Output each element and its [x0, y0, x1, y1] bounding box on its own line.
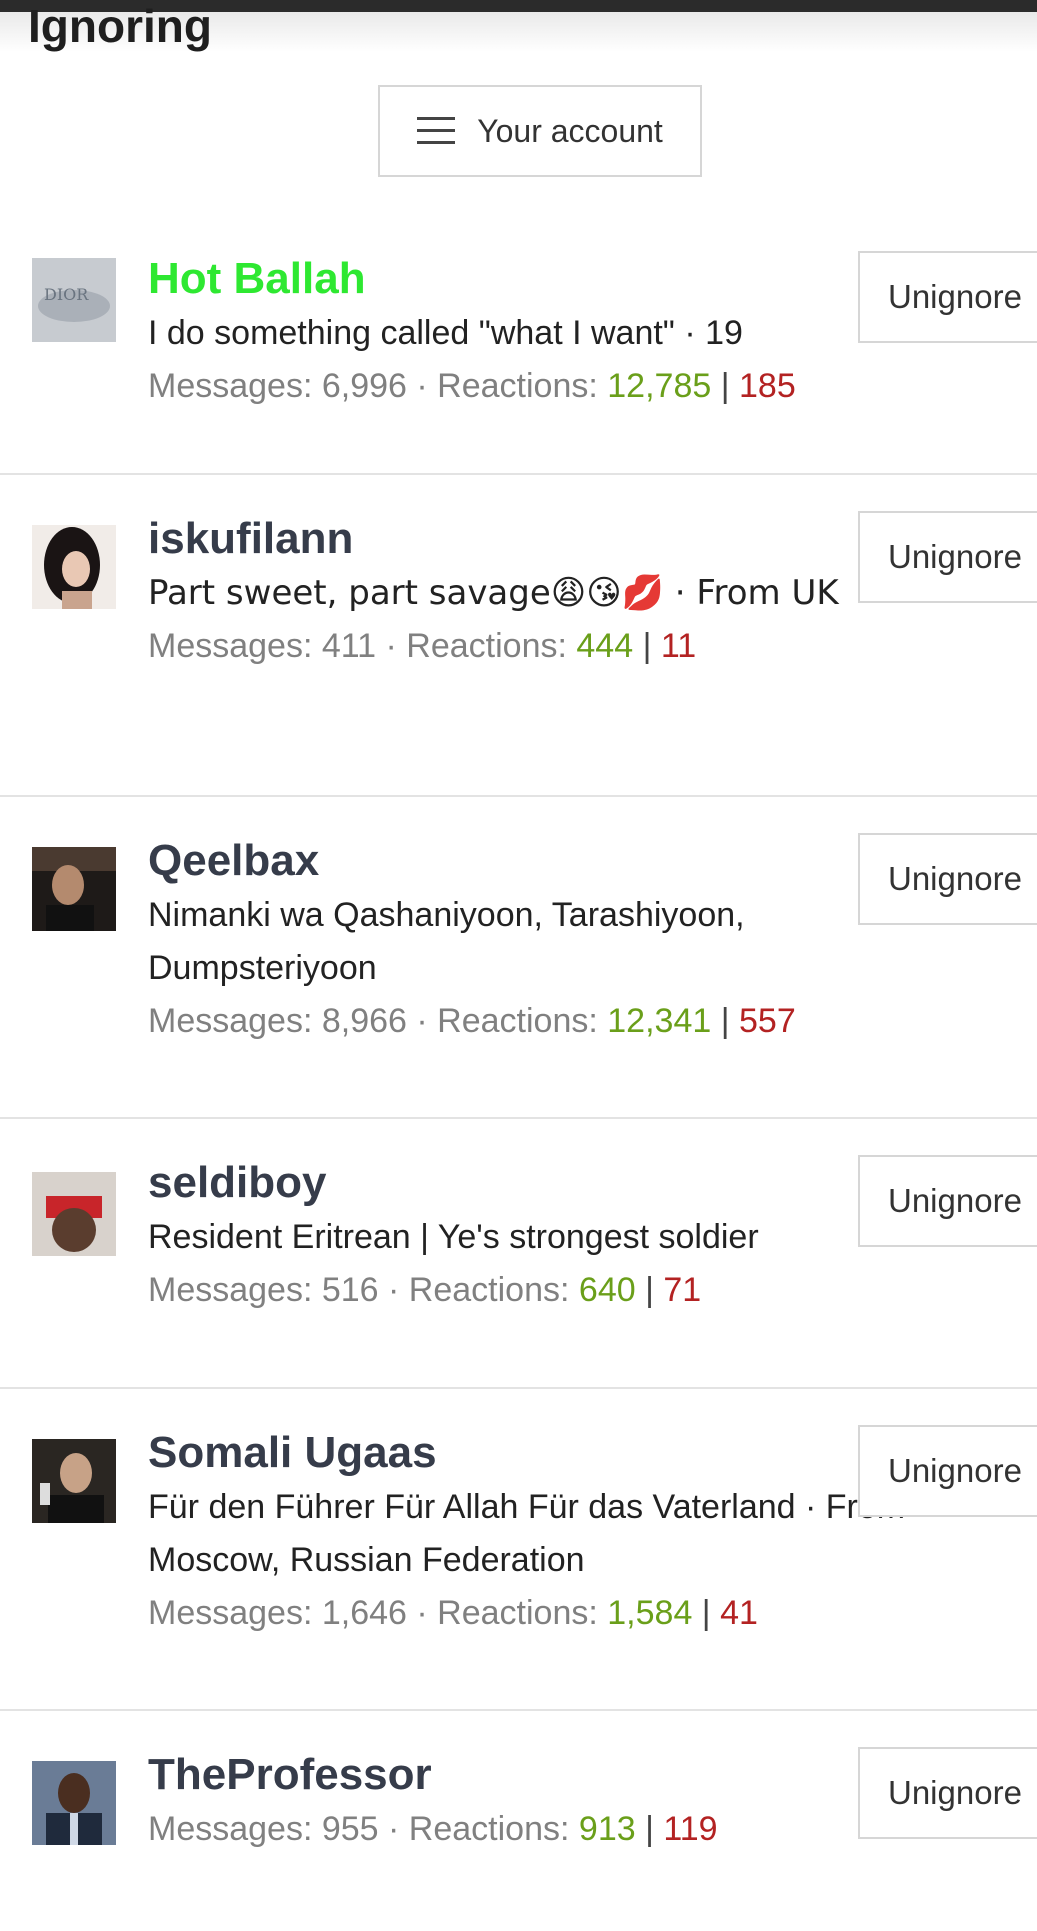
reactions-negative: 11: [660, 627, 697, 665]
user-about: I do something called "what I want" · 19: [148, 314, 743, 352]
messages-label: Messages:: [148, 1810, 322, 1848]
reactions-positive: 1,584: [607, 1594, 693, 1632]
reactions-divider: |: [633, 627, 661, 665]
list-item: TheProfessor Messages: 955 · Reactions: …: [0, 1711, 1037, 1931]
unignore-button[interactable]: Unignore: [858, 511, 1037, 603]
avatar[interactable]: [32, 847, 116, 931]
reactions-label: · Reactions:: [378, 1271, 579, 1309]
user-stats: Messages: 955 · Reactions: 913 | 119: [148, 1803, 908, 1856]
reactions-positive: 913: [578, 1810, 636, 1848]
list-item: seldiboy Resident Eritrean | Ye's strong…: [0, 1119, 1037, 1389]
messages-count: 516: [321, 1271, 379, 1309]
messages-label: Messages:: [148, 1594, 322, 1632]
user-stats: Messages: 516 · Reactions: 640 | 71: [148, 1264, 908, 1317]
messages-count: 955: [321, 1810, 379, 1848]
messages-label: Messages:: [148, 367, 322, 405]
user-stats: Messages: 1,646 · Reactions: 1,584 | 41: [148, 1587, 908, 1640]
avatar[interactable]: DIOR: [32, 258, 116, 342]
user-about: Resident Eritrean | Ye's strongest soldi…: [148, 1218, 759, 1256]
reactions-negative: 119: [663, 1810, 718, 1848]
avatar[interactable]: [32, 1439, 116, 1523]
user-stats: Messages: 411 · Reactions: 444 | 11: [148, 620, 908, 673]
menu-icon: [417, 117, 456, 145]
reactions-positive: 12,785: [607, 367, 712, 405]
username-link[interactable]: iskufilann: [148, 511, 908, 567]
reactions-positive: 444: [576, 627, 634, 665]
svg-text:DIOR: DIOR: [44, 285, 89, 304]
user-about: Nimanki wa Qashaniyoon, Tarashiyoon, Dum…: [148, 896, 745, 987]
your-account-label: Your account: [477, 112, 663, 149]
reactions-label: · Reactions:: [406, 1594, 608, 1632]
list-item: Somali Ugaas Für den Führer Für Allah Fü…: [0, 1389, 1037, 1711]
page-title: Ignoring: [28, 0, 212, 52]
messages-count: 411: [321, 627, 377, 665]
user-stats: Messages: 6,996 · Reactions: 12,785 | 18…: [148, 360, 908, 413]
user-about: Part sweet, part savage😩😘💋 · From UK: [148, 573, 839, 613]
avatar[interactable]: [32, 525, 116, 609]
reactions-negative: 71: [663, 1271, 702, 1309]
messages-count: 1,646: [321, 1594, 407, 1632]
reactions-negative: 41: [720, 1594, 758, 1632]
reactions-label: · Reactions:: [376, 627, 577, 665]
reactions-label: · Reactions:: [406, 367, 608, 405]
messages-count: 6,996: [321, 367, 407, 405]
reactions-positive: 12,341: [607, 1002, 712, 1040]
user-about: Für den Führer Für Allah Für das Vaterla…: [148, 1488, 906, 1579]
reactions-positive: 640: [578, 1271, 636, 1309]
user-stats: Messages: 8,966 · Reactions: 12,341 | 55…: [148, 995, 908, 1048]
your-account-button[interactable]: Your account: [378, 85, 702, 177]
unignore-button[interactable]: Unignore: [858, 1747, 1037, 1839]
reactions-divider: |: [711, 1002, 739, 1040]
username-link[interactable]: seldiboy: [148, 1155, 908, 1211]
messages-label: Messages:: [148, 1002, 322, 1040]
reactions-label: · Reactions:: [406, 1002, 608, 1040]
unignore-button[interactable]: Unignore: [858, 833, 1037, 925]
reactions-label: · Reactions:: [378, 1810, 579, 1848]
reactions-divider: |: [711, 367, 739, 405]
unignore-button[interactable]: Unignore: [858, 1425, 1037, 1517]
ignored-users-list: DIOR Hot Ballah I do something called "w…: [0, 215, 1037, 1931]
messages-label: Messages:: [148, 1271, 322, 1309]
avatar[interactable]: [32, 1761, 116, 1845]
username-link[interactable]: Somali Ugaas: [148, 1425, 908, 1481]
reactions-divider: |: [692, 1594, 721, 1632]
username-link[interactable]: Hot Ballah: [148, 251, 908, 307]
reactions-negative: 185: [739, 367, 796, 405]
messages-label: Messages:: [148, 627, 322, 665]
reactions-negative: 557: [739, 1002, 796, 1040]
username-link[interactable]: TheProfessor: [148, 1747, 908, 1803]
unignore-button[interactable]: Unignore: [858, 1155, 1037, 1247]
messages-count: 8,966: [321, 1002, 407, 1040]
reactions-divider: |: [635, 1271, 664, 1309]
username-link[interactable]: Qeelbax: [148, 833, 908, 889]
list-item: iskufilann Part sweet, part savage😩😘💋 · …: [0, 475, 1037, 797]
avatar[interactable]: [32, 1172, 116, 1256]
list-item: Qeelbax Nimanki wa Qashaniyoon, Tarashiy…: [0, 797, 1037, 1119]
reactions-divider: |: [635, 1810, 664, 1848]
list-item: DIOR Hot Ballah I do something called "w…: [0, 215, 1037, 475]
unignore-button[interactable]: Unignore: [858, 251, 1037, 343]
